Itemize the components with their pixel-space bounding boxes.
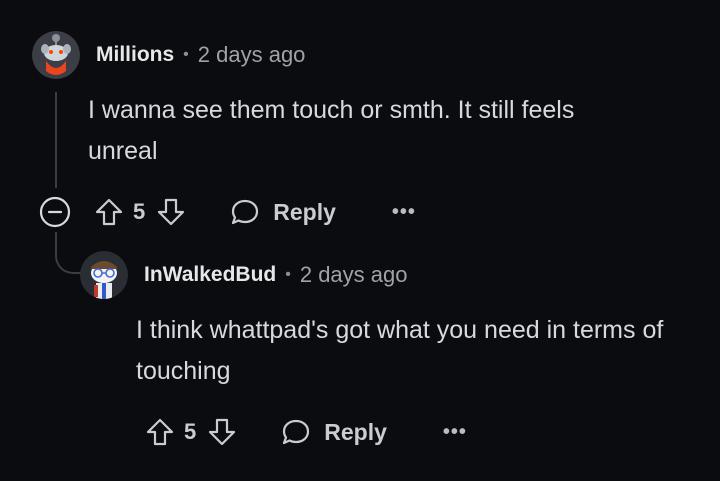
collapse-thread-button[interactable] <box>39 196 71 228</box>
comment-actions: 5 Reply ••• <box>39 194 416 230</box>
reply-label: Reply <box>273 198 336 225</box>
comment-meta: Millions • 2 days ago <box>96 40 305 70</box>
comment-actions: 5 Reply ••• <box>144 414 467 450</box>
avatar[interactable] <box>80 251 128 299</box>
arrow-down-icon <box>209 418 236 446</box>
arrow-up-icon <box>95 198 123 226</box>
timestamp: 2 days ago <box>299 262 408 287</box>
downvote-button[interactable] <box>206 416 238 448</box>
reply-button[interactable]: Reply <box>280 416 387 448</box>
meta-separator: • <box>183 46 189 63</box>
meta-separator: • <box>285 266 291 283</box>
arrow-down-icon <box>158 198 185 226</box>
avatar[interactable] <box>32 31 80 79</box>
reply-label: Reply <box>324 418 387 445</box>
more-options-button[interactable]: ••• <box>443 421 467 444</box>
chat-bubble-icon <box>232 199 259 225</box>
comment-body: I wanna see them touch or smth. It still… <box>88 96 575 165</box>
reply-button[interactable]: Reply <box>229 196 336 228</box>
comment-body: I think whattpad's got what you need in … <box>136 316 664 385</box>
chat-bubble-icon <box>283 419 310 445</box>
upvote-button[interactable] <box>93 196 125 228</box>
username-link[interactable]: Millions <box>96 43 174 67</box>
vote-count: 5 <box>184 419 197 444</box>
vote-count: 5 <box>133 199 146 224</box>
timestamp: 2 days ago <box>197 42 306 67</box>
arrow-up-icon <box>146 418 174 446</box>
username-link[interactable]: InWalkedBud <box>144 263 276 287</box>
downvote-button[interactable] <box>155 196 187 228</box>
upvote-button[interactable] <box>144 416 176 448</box>
snoo-avatar-icon <box>80 251 128 299</box>
reply-thread-connector <box>55 232 81 274</box>
comment-meta: InWalkedBud • 2 days ago <box>144 260 407 290</box>
collapse-icon <box>39 196 71 228</box>
snoo-avatar-icon <box>32 31 80 79</box>
more-options-button[interactable]: ••• <box>392 201 416 224</box>
thread-line[interactable] <box>55 92 57 188</box>
